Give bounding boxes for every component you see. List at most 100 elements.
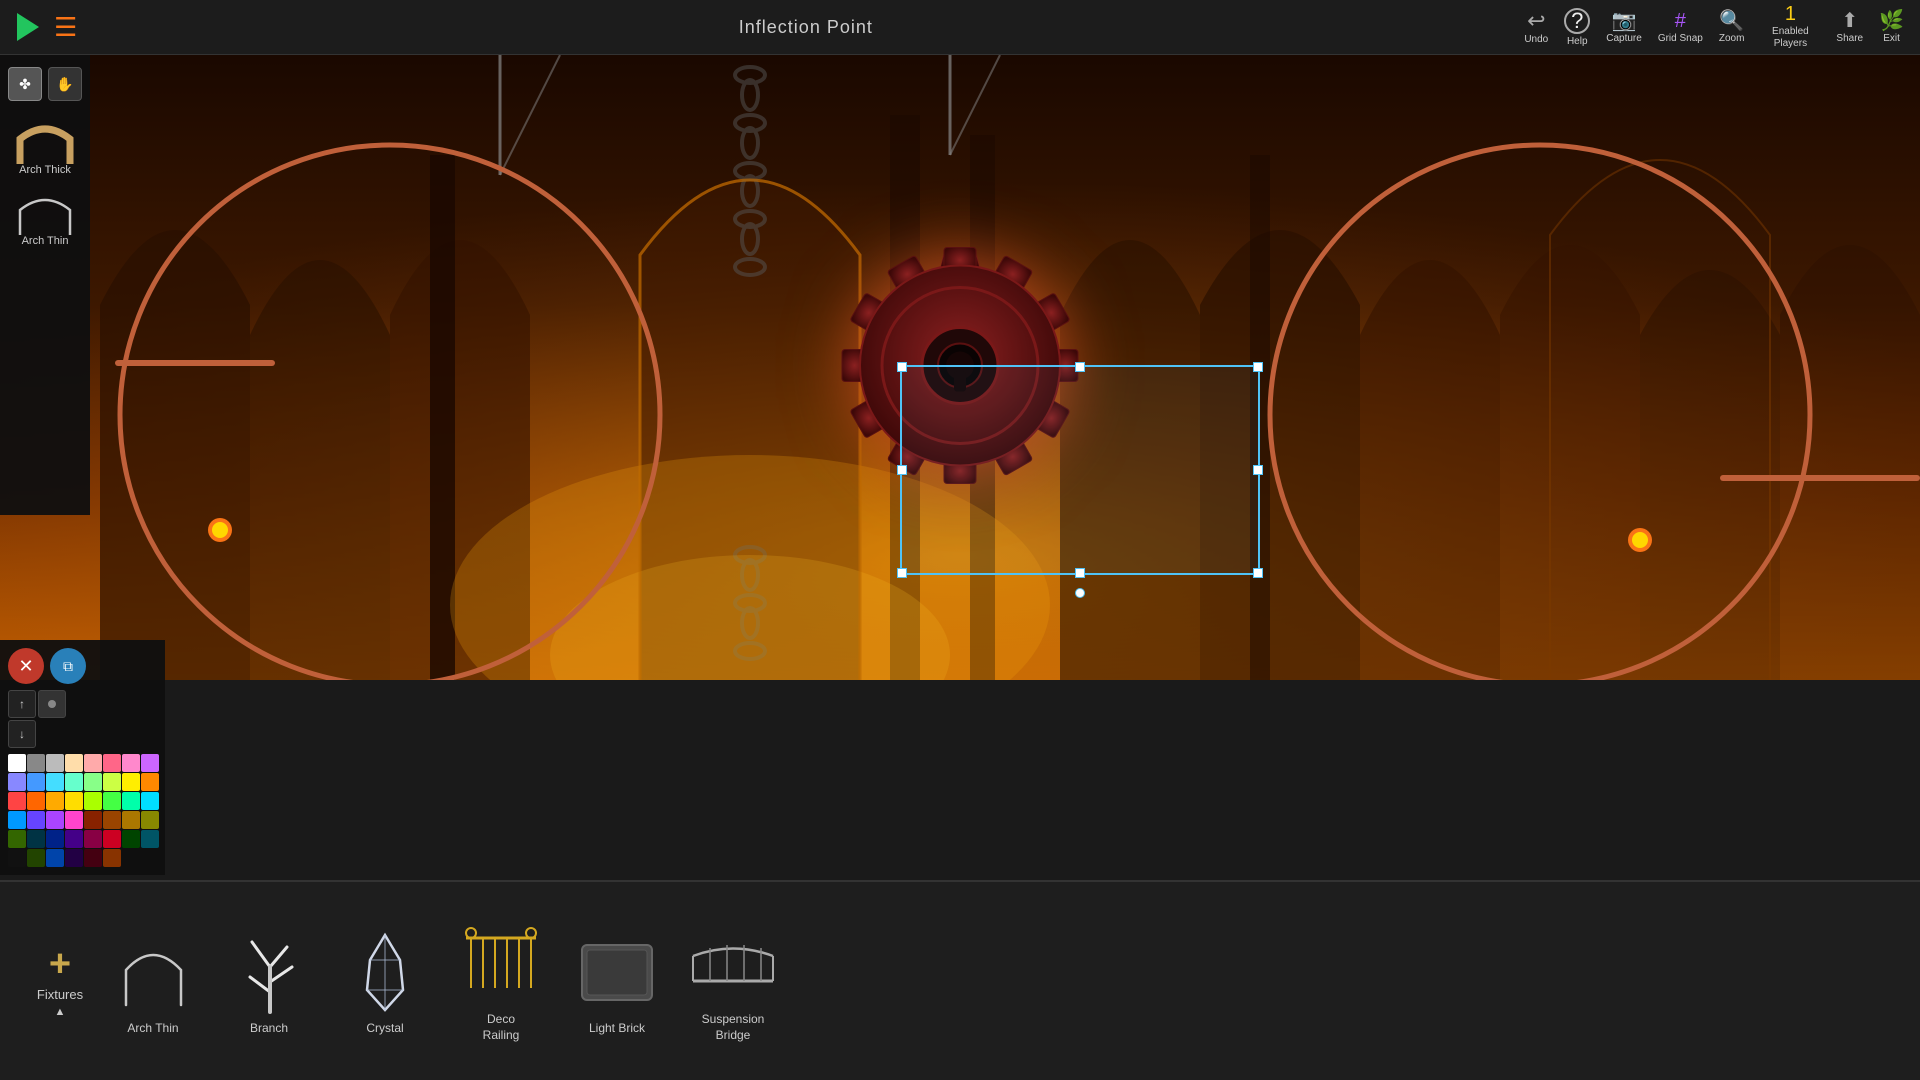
color-swatch[interactable] xyxy=(122,811,140,829)
enabled-players-label: Enabled Players xyxy=(1760,26,1820,50)
fixture-crystal[interactable]: Crystal xyxy=(332,919,438,1043)
selection-handle-bm[interactable] xyxy=(1075,568,1085,578)
move-down-button[interactable]: ↓ xyxy=(8,720,36,748)
right-orange-bar xyxy=(1720,475,1920,481)
menu-icon[interactable]: ☰ xyxy=(54,12,77,43)
transform-tool-button[interactable]: ✤ xyxy=(8,67,42,101)
play-icon xyxy=(17,13,39,41)
copy-button[interactable]: ⧉ xyxy=(50,648,86,684)
color-swatch[interactable] xyxy=(103,849,121,867)
color-swatch[interactable] xyxy=(103,830,121,848)
arch-thin-label: Arch Thin xyxy=(22,235,69,247)
color-swatch[interactable] xyxy=(103,792,121,810)
help-button[interactable]: ? Help xyxy=(1564,8,1590,47)
color-swatch[interactable] xyxy=(65,811,83,829)
color-swatch[interactable] xyxy=(84,773,102,791)
grid-snap-button[interactable]: # Grid Snap xyxy=(1658,11,1703,44)
selection-handle-mr[interactable] xyxy=(1253,465,1263,475)
capture-icon: 📷 xyxy=(1612,11,1637,31)
selection-handle-br[interactable] xyxy=(1253,568,1263,578)
color-swatch[interactable] xyxy=(8,792,26,810)
color-swatch[interactable] xyxy=(46,849,64,867)
fixture-items-list: Arch Thin Branch Crystal xyxy=(100,910,1900,1051)
color-swatch[interactable] xyxy=(46,830,64,848)
crystal-thumb xyxy=(340,927,430,1017)
color-swatch[interactable] xyxy=(122,754,140,772)
undo-icon: ↩ xyxy=(1527,10,1545,32)
color-swatch[interactable] xyxy=(46,811,64,829)
color-swatch[interactable] xyxy=(8,754,26,772)
selection-handle-bl[interactable] xyxy=(897,568,907,578)
sidebar-item-arch-thin[interactable]: Arch Thin xyxy=(5,186,85,251)
fixture-deco-railing[interactable]: DecoRailing xyxy=(448,910,554,1051)
color-swatch[interactable] xyxy=(27,754,45,772)
color-swatch[interactable] xyxy=(141,754,159,772)
color-swatch[interactable] xyxy=(27,792,45,810)
selection-handle-ml[interactable] xyxy=(897,465,907,475)
sidebar-item-arch-thick[interactable]: Arch Thick xyxy=(5,115,85,180)
color-swatch[interactable] xyxy=(103,811,121,829)
selection-handle-tm[interactable] xyxy=(1075,362,1085,372)
selection-handle-tr[interactable] xyxy=(1253,362,1263,372)
color-swatch[interactable] xyxy=(103,773,121,791)
fixtures-label: Fixtures xyxy=(37,987,83,1002)
color-swatch[interactable] xyxy=(141,792,159,810)
color-swatch[interactable] xyxy=(122,792,140,810)
light-brick-item-label: Light Brick xyxy=(589,1021,645,1035)
share-button[interactable]: ⬆ Share xyxy=(1836,11,1863,44)
gridsnap-icon: # xyxy=(1675,11,1686,31)
color-swatch[interactable] xyxy=(27,811,45,829)
branch-shape xyxy=(232,927,307,1017)
color-swatch[interactable] xyxy=(8,773,26,791)
selection-handle-tl[interactable] xyxy=(897,362,907,372)
color-swatch[interactable] xyxy=(65,792,83,810)
delete-button[interactable]: ✕ xyxy=(8,648,44,684)
fixture-arch-thin[interactable]: Arch Thin xyxy=(100,919,206,1043)
pan-tool-button[interactable]: ✋ xyxy=(48,67,82,101)
selection-box[interactable] xyxy=(900,365,1260,575)
deco-railing-thumb xyxy=(456,918,546,1008)
color-swatch[interactable] xyxy=(84,792,102,810)
selection-rotate-handle[interactable] xyxy=(1075,588,1085,598)
color-swatch[interactable] xyxy=(103,754,121,772)
color-swatch[interactable] xyxy=(84,830,102,848)
color-swatch[interactable] xyxy=(27,773,45,791)
color-swatch[interactable] xyxy=(46,792,64,810)
color-swatch[interactable] xyxy=(65,849,83,867)
color-swatch[interactable] xyxy=(27,830,45,848)
color-swatch[interactable] xyxy=(8,830,26,848)
canvas-area[interactable] xyxy=(0,55,1920,680)
color-swatch[interactable] xyxy=(8,849,26,867)
color-swatch[interactable] xyxy=(65,830,83,848)
color-swatch[interactable] xyxy=(84,754,102,772)
color-swatch[interactable] xyxy=(8,811,26,829)
color-swatch[interactable] xyxy=(65,773,83,791)
color-swatch[interactable] xyxy=(27,849,45,867)
exit-label: Exit xyxy=(1883,33,1900,44)
fixture-light-brick[interactable]: Light Brick xyxy=(564,919,670,1043)
share-label: Share xyxy=(1836,33,1863,44)
undo-button[interactable]: ↩ Undo xyxy=(1524,10,1548,45)
play-button[interactable] xyxy=(10,9,46,45)
color-swatch[interactable] xyxy=(65,754,83,772)
enabled-players-button[interactable]: 1 Enabled Players xyxy=(1760,4,1820,50)
fixture-branch[interactable]: Branch xyxy=(216,919,322,1043)
zoom-button[interactable]: 🔍 Zoom xyxy=(1719,11,1745,44)
color-swatch[interactable] xyxy=(141,830,159,848)
color-swatch[interactable] xyxy=(122,773,140,791)
color-swatch[interactable] xyxy=(122,830,140,848)
capture-button[interactable]: 📷 Capture xyxy=(1606,11,1642,44)
move-up-button[interactable]: ↑ xyxy=(8,690,36,718)
fixture-suspension-bridge[interactable]: SuspensionBridge xyxy=(680,910,786,1051)
color-swatch[interactable] xyxy=(84,849,102,867)
app-title: Inflection Point xyxy=(87,17,1524,38)
color-swatch[interactable] xyxy=(46,773,64,791)
move-row-top: ↑ xyxy=(8,690,66,718)
color-swatch[interactable] xyxy=(84,811,102,829)
color-swatch[interactable] xyxy=(46,754,64,772)
fixtures-arrow-icon: ▲ xyxy=(55,1006,66,1018)
color-swatch[interactable] xyxy=(141,811,159,829)
exit-button[interactable]: 🌿 Exit xyxy=(1879,11,1904,44)
fixtures-button[interactable]: + Fixtures ▲ xyxy=(20,945,100,1018)
color-swatch[interactable] xyxy=(141,773,159,791)
